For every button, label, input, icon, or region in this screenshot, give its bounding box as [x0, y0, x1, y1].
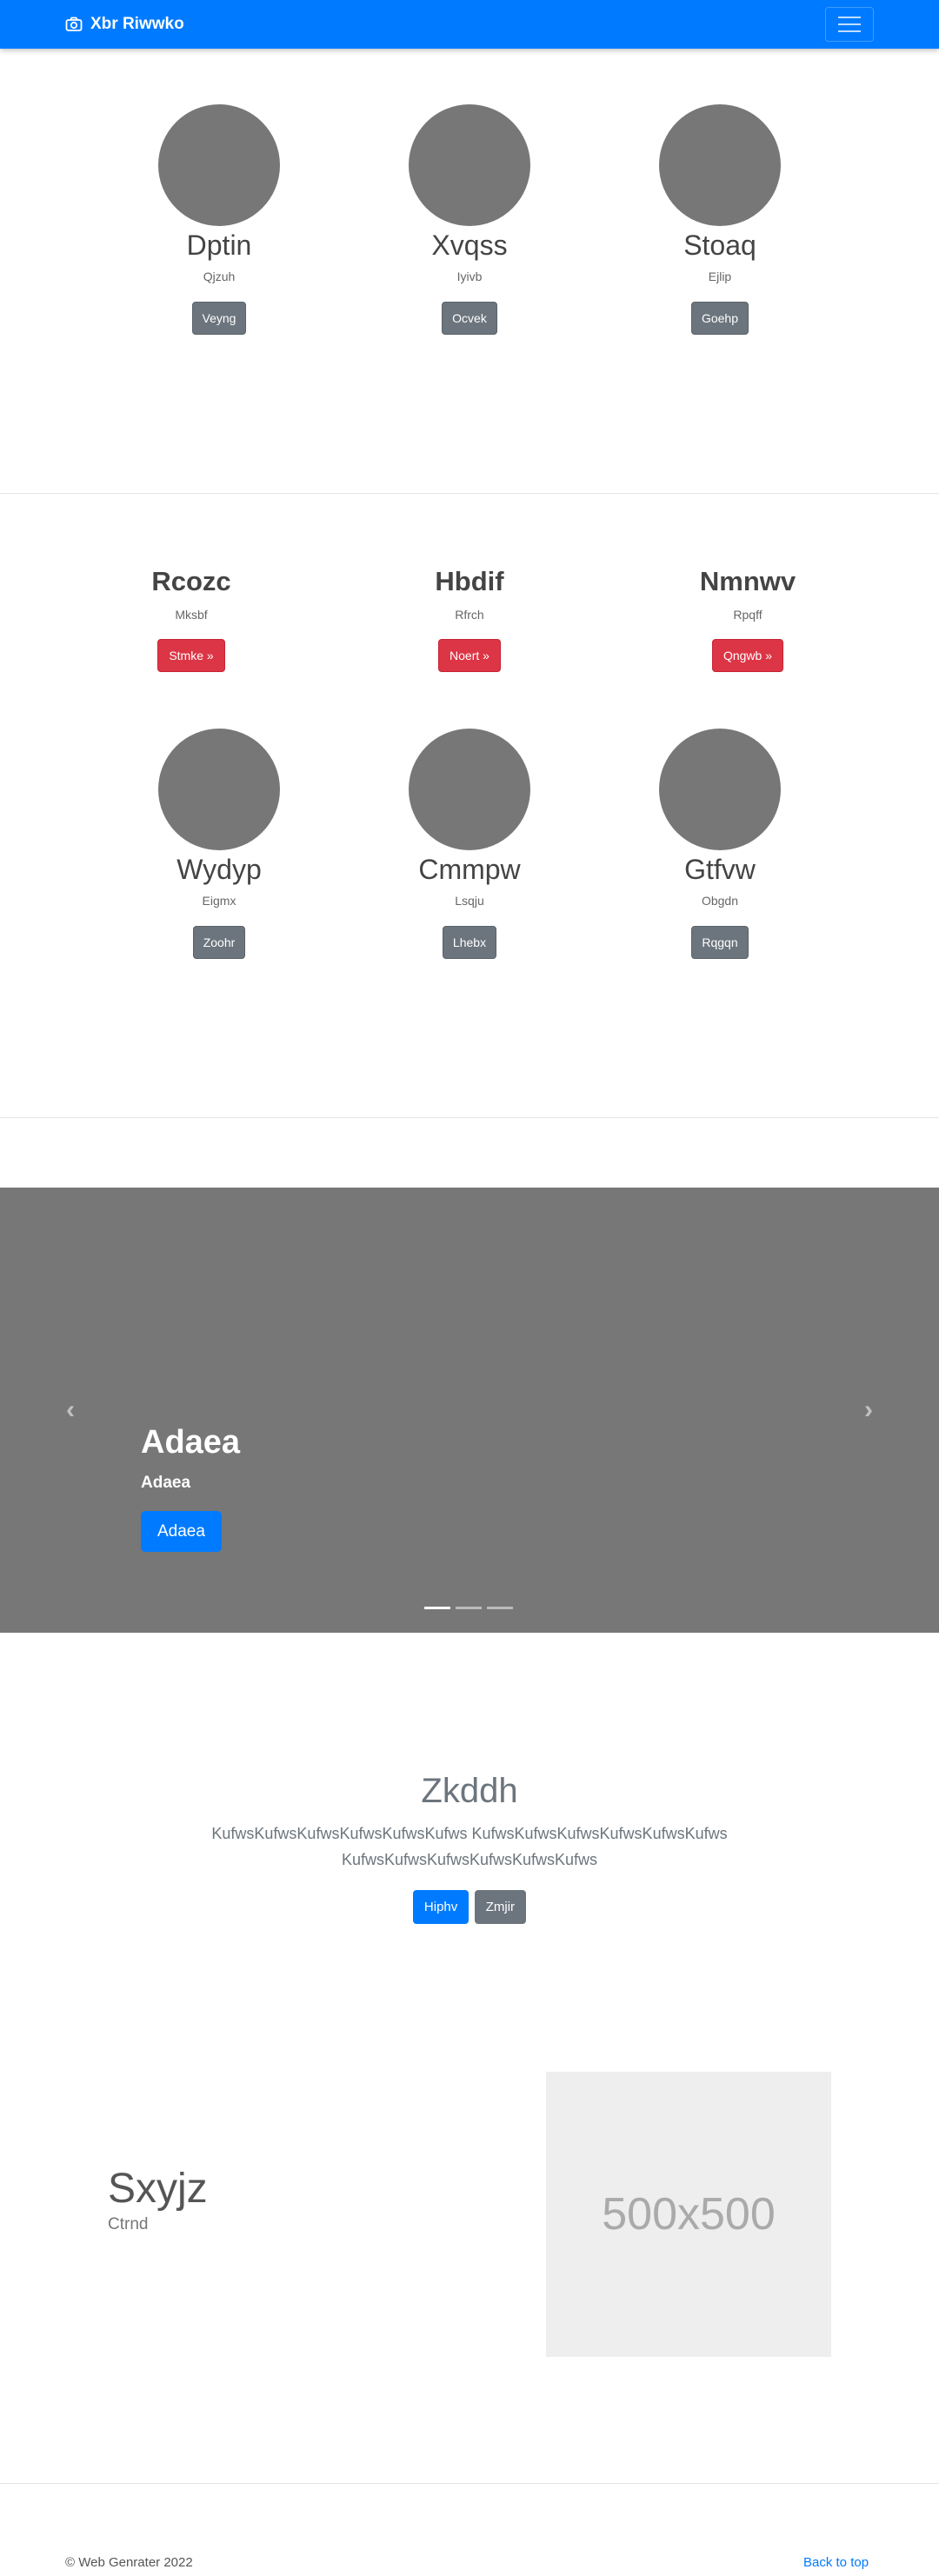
placeholder-label: 500x500	[602, 2189, 776, 2240]
feature-button[interactable]: Noert »	[438, 639, 501, 672]
member-button[interactable]: Goehp	[690, 302, 749, 335]
jumbotron-title: Zkddh	[421, 1772, 518, 1810]
featurette-text: Sxyjz Ctrnd	[108, 2165, 208, 2236]
feature-column: Nmnwv Rpqff Qngwb »	[652, 564, 843, 672]
hamburger-icon	[838, 17, 861, 18]
jumbotron-buttons: Hiphv Zmjir	[0, 1890, 939, 1924]
avatar	[409, 104, 530, 226]
team-member: Stoaq Ejlip Goehp	[624, 104, 816, 335]
primary-button[interactable]: Hiphv	[412, 1890, 470, 1924]
carousel-title: Adaea	[141, 1424, 241, 1461]
member-name: Dptin	[186, 230, 252, 261]
feature-subtitle: Rfrch	[455, 608, 484, 622]
avatar	[659, 729, 781, 850]
member-name: Gtfvw	[684, 854, 756, 885]
brand-name: Xbr Riwwko	[90, 15, 184, 33]
team-member: Dptin Qjzuh Veyng	[123, 104, 315, 335]
member-name: Xvqss	[431, 230, 508, 261]
feature-title: Rcozc	[151, 566, 231, 596]
feature-subtitle: Mksbf	[175, 608, 208, 622]
back-to-top-link[interactable]: Back to top	[803, 2554, 869, 2572]
team-member: Wydyp Eigmx Zoohr	[123, 729, 315, 959]
member-subtitle: Iyivb	[456, 270, 483, 283]
carousel: ‹ › Adaea Adaea Adaea	[0, 1188, 939, 1633]
member-subtitle: Qjzuh	[203, 270, 236, 283]
feature-title: Hbdif	[435, 566, 504, 596]
section-divider	[0, 1117, 939, 1118]
member-subtitle: Obgdn	[701, 894, 739, 908]
avatar	[659, 104, 781, 226]
featurette-title: Sxyjz	[108, 2166, 208, 2212]
carousel-indicator[interactable]	[456, 1607, 482, 1609]
feature-column: Hbdif Rfrch Noert »	[374, 564, 565, 672]
featurette-image-placeholder: 500x500	[546, 2072, 831, 2357]
footer-copyright: © Web Genrater 2022	[65, 2555, 193, 2570]
jumbotron-text: KufwsKufwsKufwsKufwsKufwsKufws KufwsKufw…	[211, 1825, 728, 1868]
carousel-button[interactable]: Adaea	[141, 1511, 222, 1552]
carousel-prev-button[interactable]: ‹	[57, 1395, 83, 1426]
team-member: Xvqss Iyivb Ocvek	[374, 104, 565, 335]
member-subtitle: Ejlip	[708, 270, 732, 283]
section-divider	[0, 2483, 939, 2484]
avatar	[158, 104, 280, 226]
member-button[interactable]: Veyng	[191, 302, 247, 335]
carousel-subtitle: Adaea	[141, 1474, 191, 1492]
member-subtitle: Lsqju	[455, 894, 484, 908]
member-button[interactable]: Rqgqn	[691, 926, 749, 959]
carousel-next-button[interactable]: ›	[856, 1395, 882, 1426]
feature-button[interactable]: Stmke »	[157, 639, 225, 672]
member-button[interactable]: Lhebx	[442, 926, 497, 959]
carousel-indicators	[424, 1607, 513, 1609]
secondary-button[interactable]: Zmjir	[474, 1890, 527, 1924]
member-name: Stoaq	[683, 230, 756, 261]
feature-subtitle: Rpqff	[733, 608, 763, 622]
team-member: Gtfvw Obgdn Rqgqn	[624, 729, 816, 959]
feature-column: Rcozc Mksbf Stmke »	[96, 564, 287, 672]
avatar	[409, 729, 530, 850]
navbar-toggler-button[interactable]	[825, 7, 874, 42]
carousel-indicator[interactable]	[487, 1607, 513, 1609]
chevron-right-icon: ›	[864, 1395, 873, 1424]
feature-button[interactable]: Qngwb »	[711, 639, 784, 672]
chevron-left-icon: ‹	[66, 1395, 75, 1424]
carousel-indicator[interactable]	[424, 1607, 450, 1609]
jumbotron: Zkddh KufwsKufwsKufwsKufwsKufwsKufws Kuf…	[0, 1770, 939, 1924]
member-subtitle: Eigmx	[202, 894, 236, 908]
carousel-caption: Adaea Adaea Adaea	[141, 1422, 240, 1552]
avatar	[158, 729, 280, 850]
section-divider	[0, 493, 939, 494]
member-name: Wydyp	[176, 854, 262, 885]
member-name: Cmmpw	[418, 854, 521, 885]
brand-link[interactable]: Xbr Riwwko	[65, 0, 184, 49]
navbar: Xbr Riwwko	[0, 0, 939, 49]
feature-title: Nmnwv	[699, 566, 796, 596]
member-button[interactable]: Ocvek	[442, 302, 497, 335]
member-button[interactable]: Zoohr	[192, 926, 246, 959]
camera-icon	[65, 17, 83, 31]
featurette-subtitle: Ctrnd	[108, 2215, 149, 2233]
team-member: Cmmpw Lsqju Lhebx	[374, 729, 565, 959]
